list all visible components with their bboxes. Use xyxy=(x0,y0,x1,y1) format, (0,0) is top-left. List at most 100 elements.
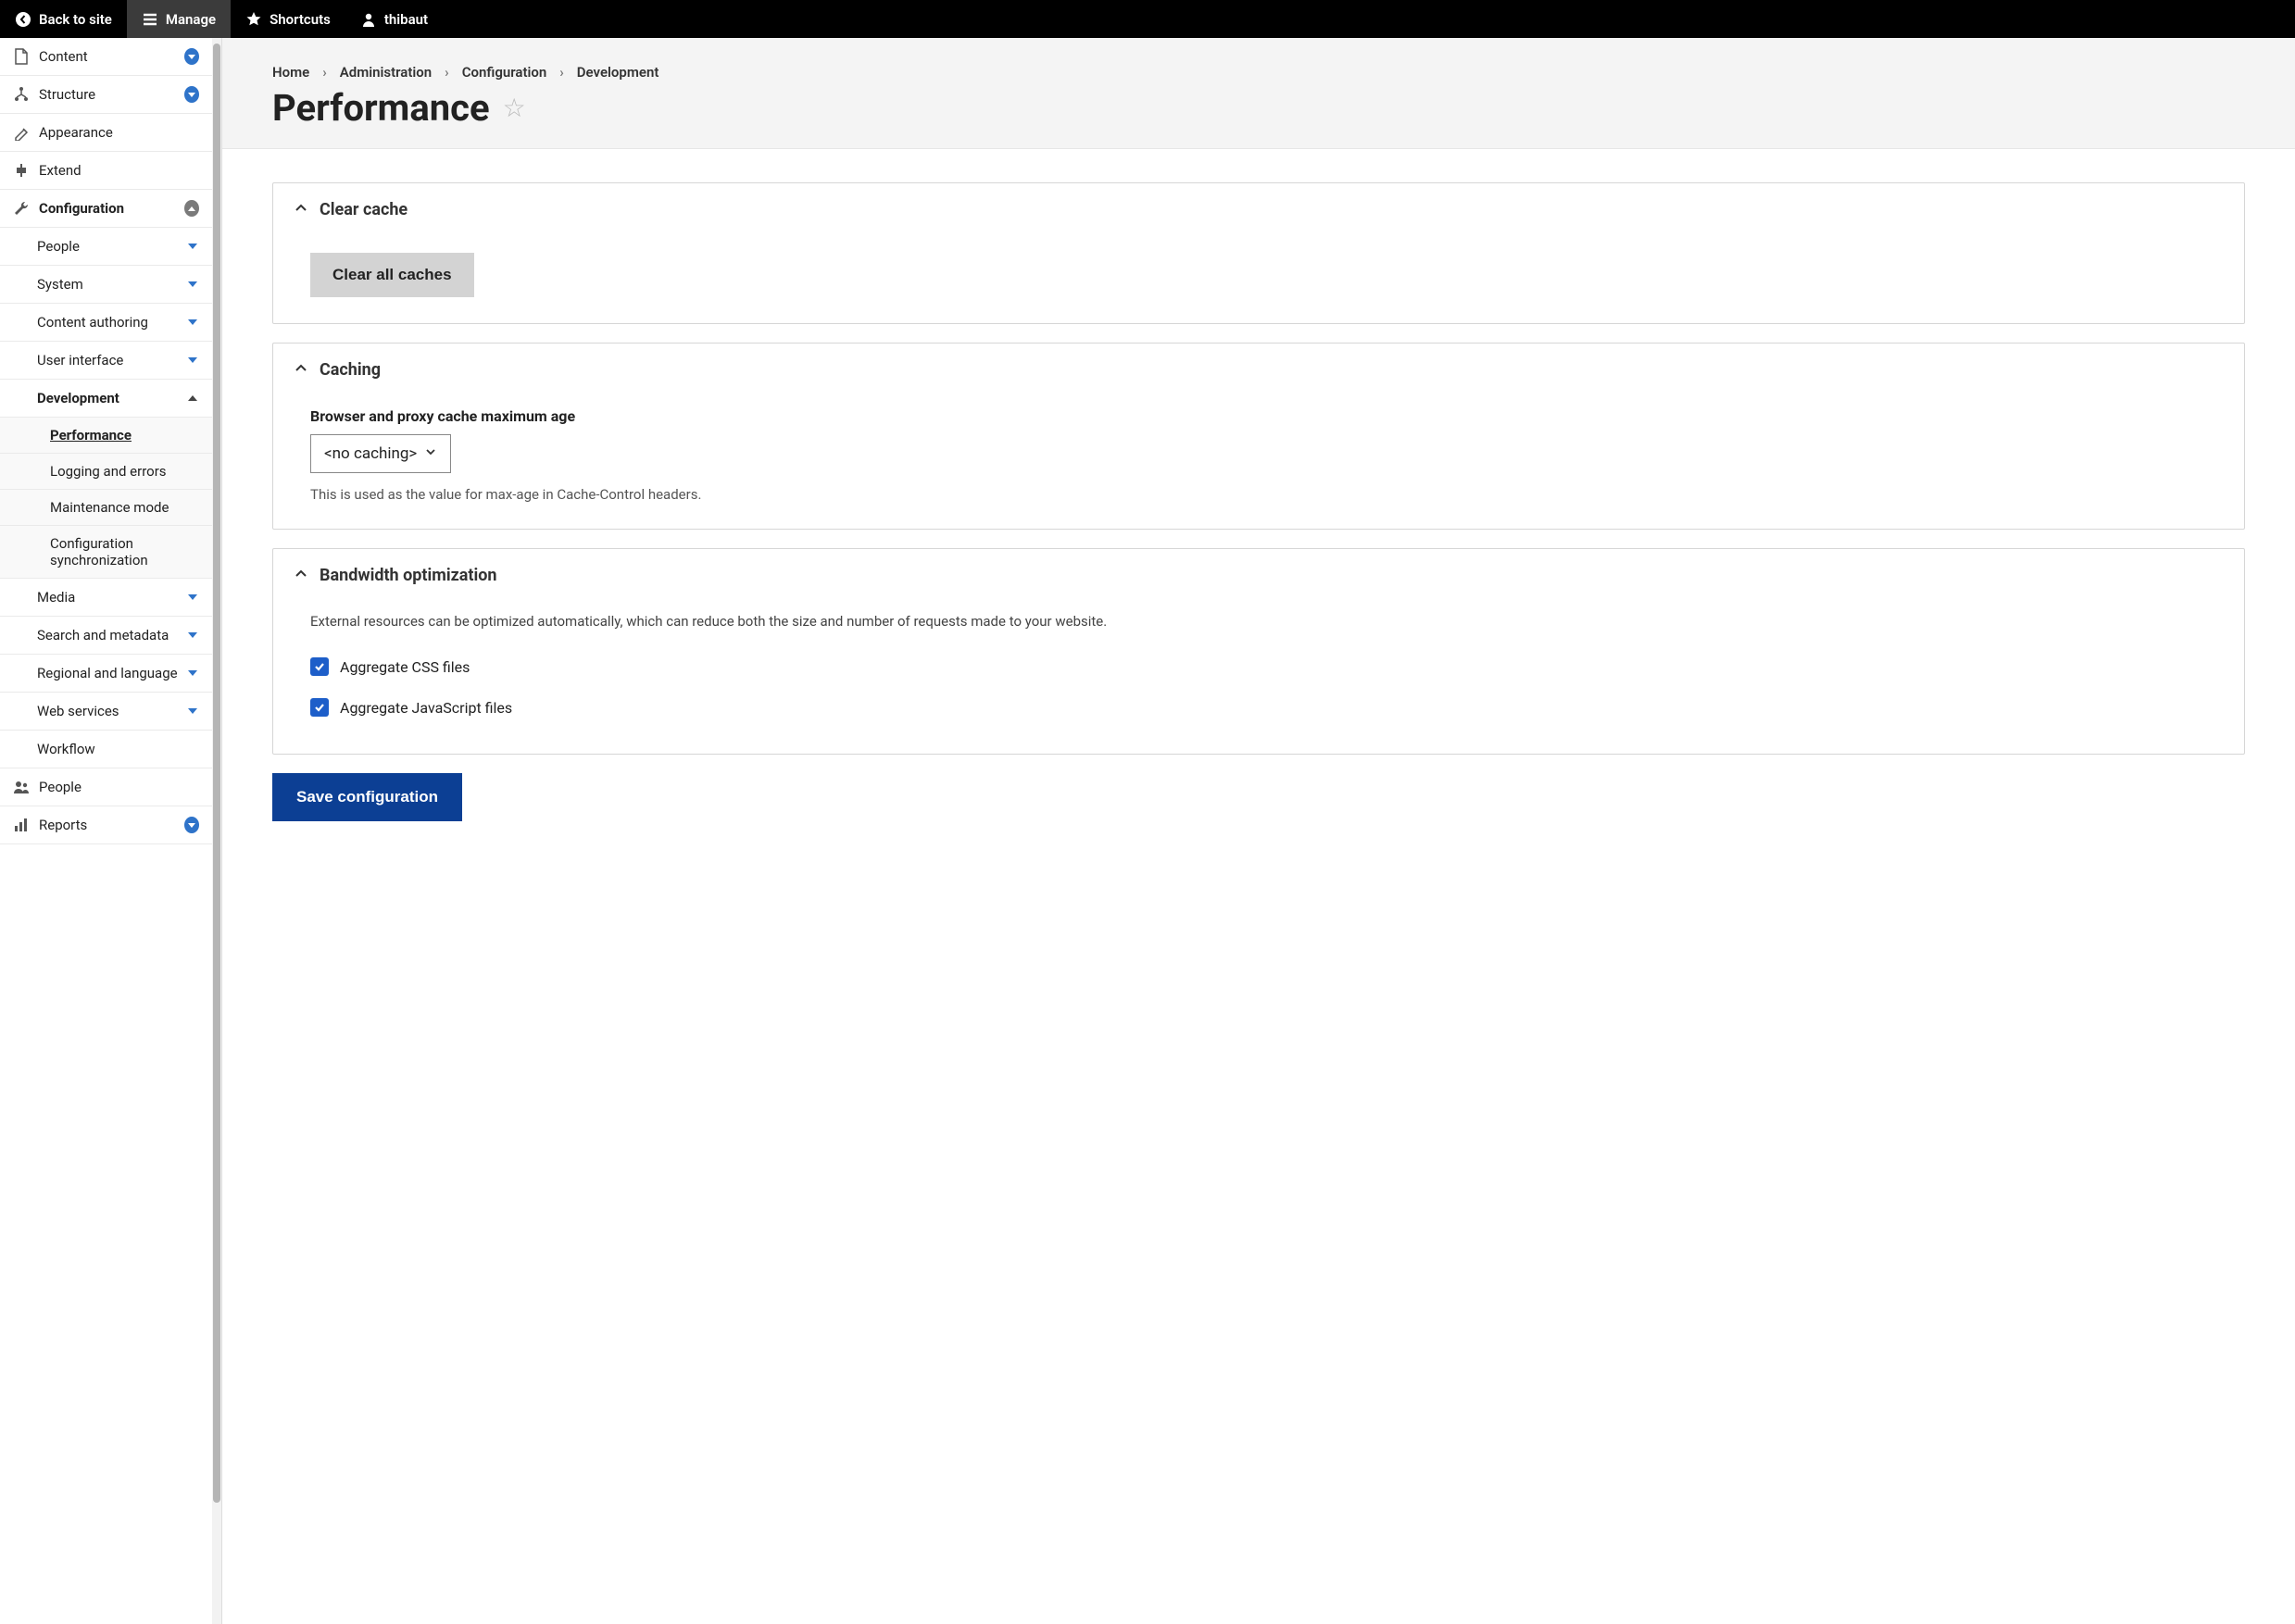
panel-header[interactable]: Caching xyxy=(273,344,2244,391)
panel-caching: Caching Browser and proxy cache maximum … xyxy=(272,343,2245,530)
topbar: Back to site Manage Shortcuts thibaut xyxy=(0,0,2295,38)
sidebar-label: System xyxy=(37,276,186,293)
select-value: <no caching> xyxy=(324,444,417,463)
favorite-star-icon[interactable]: ☆ xyxy=(503,93,526,123)
sidebar-label: Content xyxy=(39,48,184,65)
sidebar-subitem-web-services[interactable]: Web services xyxy=(0,693,212,731)
chevron-up-icon xyxy=(294,360,308,380)
user-icon xyxy=(360,11,377,28)
shortcuts-link[interactable]: Shortcuts xyxy=(231,0,345,38)
sidebar-label: Development xyxy=(37,390,186,406)
sidebar-subitem-user-interface[interactable]: User interface xyxy=(0,342,212,380)
expand-icon xyxy=(184,818,199,832)
sidebar-subitem-media[interactable]: Media xyxy=(0,579,212,617)
sidebar-subitem-system[interactable]: System xyxy=(0,266,212,304)
sidebar-scrollbar[interactable] xyxy=(212,38,221,1624)
chevron-up-icon xyxy=(294,200,308,219)
sidebar-item-extend[interactable]: Extend xyxy=(0,152,212,190)
page-header: Home › Administration › Configuration › … xyxy=(222,38,2295,149)
breadcrumb-home[interactable]: Home xyxy=(272,64,309,81)
sidebar-label: Reports xyxy=(39,817,184,833)
panel-title: Bandwidth optimization xyxy=(320,566,497,585)
back-to-site-link[interactable]: Back to site xyxy=(0,0,127,38)
sidebar-label: Regional and language xyxy=(37,665,186,681)
sidebar-item-configuration[interactable]: Configuration xyxy=(0,190,212,228)
aggregate-js-label: Aggregate JavaScript files xyxy=(340,699,512,717)
breadcrumb: Home › Administration › Configuration › … xyxy=(272,64,2245,81)
chevron-down-icon xyxy=(424,444,437,463)
cache-help-text: This is used as the value for max-age in… xyxy=(310,486,2207,503)
sidebar-item-people[interactable]: People xyxy=(0,768,212,806)
aggregate-js-checkbox[interactable] xyxy=(310,698,329,717)
sidebar-item-reports[interactable]: Reports xyxy=(0,806,212,844)
manage-toggle[interactable]: Manage xyxy=(127,0,231,38)
sidebar-label: Web services xyxy=(37,703,186,719)
reports-icon xyxy=(13,817,33,833)
collapse-icon xyxy=(186,395,199,401)
sidebar-subsubitem-maintenance[interactable]: Maintenance mode xyxy=(0,490,212,526)
sidebar-subitem-workflow[interactable]: Workflow xyxy=(0,731,212,768)
sidebar-label: Workflow xyxy=(37,741,199,757)
sidebar-item-content[interactable]: Content xyxy=(0,38,212,76)
expand-icon xyxy=(184,49,199,64)
chevron-right-icon: › xyxy=(445,64,449,81)
sidebar-label: People xyxy=(37,238,186,255)
panel-header[interactable]: Bandwidth optimization xyxy=(273,549,2244,596)
sidebar-label: Performance xyxy=(50,427,132,443)
shortcuts-label: Shortcuts xyxy=(270,11,331,28)
sidebar-label: User interface xyxy=(37,352,186,369)
chevron-up-icon xyxy=(294,566,308,585)
structure-icon xyxy=(13,86,33,103)
cache-max-age-label: Browser and proxy cache maximum age xyxy=(310,407,2207,425)
sidebar-label: Logging and errors xyxy=(50,463,167,480)
aggregate-js-row: Aggregate JavaScript files xyxy=(310,687,2207,728)
panel-clear-cache: Clear cache Clear all caches xyxy=(272,182,2245,324)
sidebar-label: Content authoring xyxy=(37,314,186,331)
aggregate-css-checkbox[interactable] xyxy=(310,657,329,676)
user-menu[interactable]: thibaut xyxy=(345,0,443,38)
sidebar-subsubitem-config-sync[interactable]: Configuration synchronization xyxy=(0,526,212,579)
panel-header[interactable]: Clear cache xyxy=(273,183,2244,231)
configuration-icon xyxy=(13,200,33,217)
page-title: Performance xyxy=(272,86,490,130)
sidebar-label: Maintenance mode xyxy=(50,499,169,516)
expand-icon xyxy=(186,281,199,287)
user-label: thibaut xyxy=(384,11,428,28)
expand-icon xyxy=(186,670,199,676)
sidebar-subitem-people[interactable]: People xyxy=(0,228,212,266)
sidebar-subsubitem-performance[interactable]: Performance xyxy=(0,418,212,454)
aggregate-css-row: Aggregate CSS files xyxy=(310,646,2207,687)
cache-max-age-select[interactable]: <no caching> xyxy=(310,434,451,473)
content-icon xyxy=(13,48,33,65)
expand-icon xyxy=(186,708,199,714)
sidebar-subitem-search-metadata[interactable]: Search and metadata xyxy=(0,617,212,655)
aggregate-css-label: Aggregate CSS files xyxy=(340,658,470,676)
chevron-right-icon: › xyxy=(322,64,327,81)
breadcrumb-configuration[interactable]: Configuration xyxy=(462,64,547,81)
sidebar-item-structure[interactable]: Structure xyxy=(0,76,212,114)
appearance-icon xyxy=(13,124,33,141)
clear-all-caches-button[interactable]: Clear all caches xyxy=(310,253,474,297)
expand-icon xyxy=(186,319,199,325)
bandwidth-desc: External resources can be optimized auto… xyxy=(310,613,2207,630)
expand-icon xyxy=(184,87,199,102)
extend-icon xyxy=(13,162,33,179)
sidebar-subitem-content-authoring[interactable]: Content authoring xyxy=(0,304,212,342)
panel-bandwidth: Bandwidth optimization External resource… xyxy=(272,548,2245,755)
scrollbar-thumb[interactable] xyxy=(213,44,220,1503)
sidebar-subitem-regional-language[interactable]: Regional and language xyxy=(0,655,212,693)
sidebar-label: Extend xyxy=(39,162,199,179)
sidebar-label: Appearance xyxy=(39,124,199,141)
breadcrumb-development[interactable]: Development xyxy=(577,64,659,81)
save-configuration-button[interactable]: Save configuration xyxy=(272,773,462,821)
sidebar-subitem-development[interactable]: Development xyxy=(0,380,212,418)
sidebar-label: Structure xyxy=(39,86,184,103)
chevron-right-icon: › xyxy=(559,64,564,81)
sidebar-item-appearance[interactable]: Appearance xyxy=(0,114,212,152)
expand-icon xyxy=(186,594,199,600)
sidebar-subsubitem-logging[interactable]: Logging and errors xyxy=(0,454,212,490)
sidebar-label: Media xyxy=(37,589,186,606)
expand-icon xyxy=(186,357,199,363)
collapse-icon xyxy=(184,201,199,216)
breadcrumb-administration[interactable]: Administration xyxy=(340,64,432,81)
